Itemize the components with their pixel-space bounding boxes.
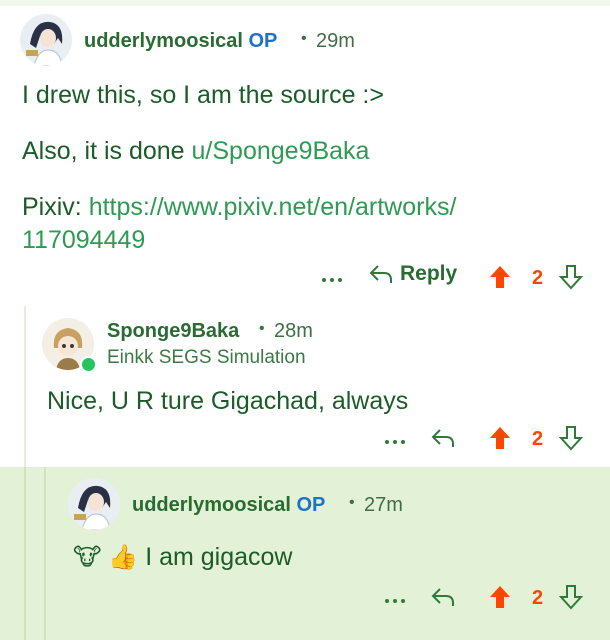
upvote-arrow-icon [490, 427, 510, 449]
reply-button[interactable]: Reply [368, 262, 457, 286]
comment-body-line: I drew this, so I am the source :> [22, 81, 384, 109]
timestamp: 28m [274, 320, 313, 342]
score: 2 [532, 428, 544, 450]
comment-body: Nice, U R ture Gigachad, always [47, 387, 409, 415]
upvote-button[interactable] [488, 584, 512, 615]
timestamp: 27m [364, 494, 403, 516]
comment-body-line: Also, it is done u/Sponge9Baka [22, 137, 369, 166]
reply-arrow-icon [369, 265, 392, 283]
downvote-arrow-icon [558, 265, 584, 290]
reply-button[interactable] [430, 426, 458, 455]
more-options-button[interactable] [320, 264, 344, 288]
score: 2 [532, 587, 544, 609]
text: Also, it is done [22, 137, 192, 165]
text: I am gigacow [138, 543, 293, 571]
reply-arrow-icon [431, 588, 454, 606]
username[interactable]: Sponge9Baka [107, 320, 239, 343]
thumbs-up-emoji: 👍 [108, 544, 139, 571]
online-indicator [80, 356, 97, 373]
reply-label: Reply [400, 262, 458, 285]
comment-body-line: Pixiv: https://www.pixiv.net/en/artworks… [22, 193, 456, 222]
upvote-arrow-icon [490, 266, 510, 288]
comment-body: 🐮 👍 I am gigacow [73, 543, 293, 572]
reply-button[interactable] [430, 585, 458, 614]
pixiv-link-continued[interactable]: 117094449 [22, 226, 145, 255]
comment-author[interactable]: udderlymoosical OP [84, 30, 277, 53]
user-link[interactable]: u/Sponge9Baka [192, 137, 370, 165]
separator-dot: • [349, 494, 355, 511]
score: 2 [532, 267, 544, 289]
thread-line [24, 467, 26, 640]
avatar[interactable] [68, 478, 120, 530]
more-dots-icon [385, 599, 405, 603]
separator-dot: • [259, 320, 265, 337]
more-dots-icon [385, 440, 405, 444]
upvote-button[interactable] [488, 264, 512, 295]
username[interactable]: udderlymoosical [132, 494, 291, 516]
separator-dot: • [301, 30, 307, 47]
downvote-button[interactable] [558, 264, 584, 295]
thread-line [44, 467, 46, 640]
user-flair: Einkk SEGS Simulation [107, 347, 306, 368]
cow-emoji: 🐮 [73, 544, 102, 571]
op-badge: OP [296, 494, 326, 516]
downvote-arrow-icon [558, 426, 584, 451]
more-options-button[interactable] [383, 426, 407, 450]
pixiv-link[interactable]: https://www.pixiv.net/en/artworks/ [89, 193, 457, 221]
downvote-button[interactable] [558, 584, 584, 615]
avatar[interactable] [20, 14, 72, 66]
downvote-arrow-icon [558, 585, 584, 610]
top-band [0, 0, 610, 6]
timestamp: 29m [316, 30, 355, 52]
comment-author[interactable]: udderlymoosical OP [132, 494, 325, 517]
upvote-button[interactable] [488, 425, 512, 456]
username[interactable]: udderlymoosical [84, 30, 243, 52]
upvote-arrow-icon [490, 586, 510, 608]
more-dots-icon [322, 278, 342, 282]
downvote-button[interactable] [558, 425, 584, 456]
op-badge: OP [248, 30, 278, 52]
reply-arrow-icon [431, 429, 454, 447]
more-options-button[interactable] [383, 585, 407, 609]
text: Pixiv: [22, 193, 89, 221]
